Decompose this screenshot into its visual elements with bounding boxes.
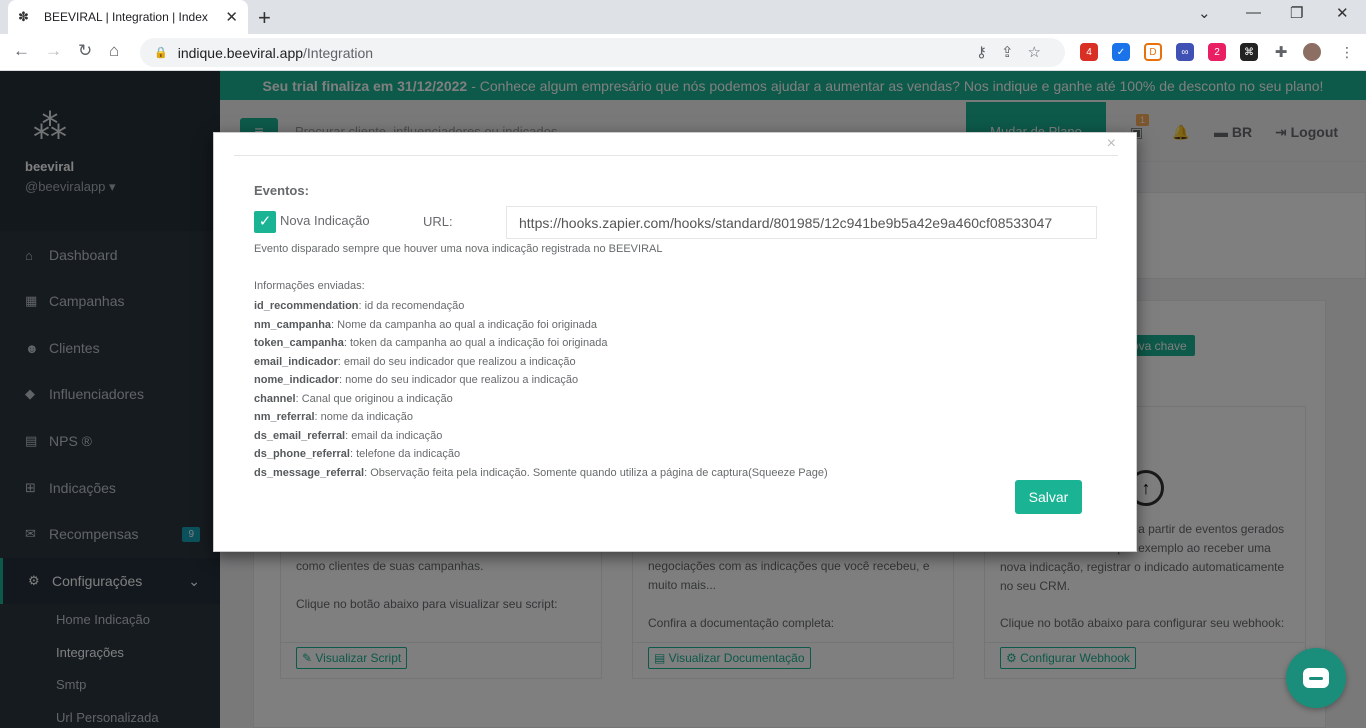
tab-close-icon[interactable]: ✕ [225,8,238,26]
lock-icon: 🔒 [154,47,168,59]
new-tab-icon[interactable]: + [258,5,271,31]
list-item: token_campanha: token da campanha ao qua… [254,337,608,349]
save-button[interactable]: Salvar [1015,480,1082,514]
extension-icon[interactable]: ✓ [1112,43,1130,61]
url-label: URL: [423,214,453,229]
list-item: ds_phone_referral: telefone da indicação [254,448,461,460]
list-item: email_indicador: email do seu indicador … [254,355,576,368]
extension-icon[interactable]: D [1144,43,1162,61]
back-icon[interactable]: ← [13,41,30,61]
list-item: channel: Canal que originou a indicação [254,392,453,405]
reload-icon[interactable]: ↻ [78,41,92,61]
extension-icon[interactable]: ⌘ [1240,43,1258,61]
info-title: Informações enviadas: [254,280,365,292]
list-item: nm_referral: nome da indicação [254,411,413,423]
browser-tab[interactable]: ✽ BEEVIRAL | Integration | Index ✕ [8,0,248,34]
url-path: /Integration [303,44,374,61]
bee-favicon-icon: ✽ [18,9,29,24]
events-title: Eventos: [254,183,309,198]
profile-avatar[interactable] [1303,43,1321,61]
url-field[interactable]: 🔒 indique.beeviral.app /Integration ⚷⇪☆ [140,38,1065,67]
browser-tabbar: ✽ BEEVIRAL | Integration | Index ✕ + ⌄ —… [0,0,1366,34]
chat-icon [1303,668,1329,688]
nova-indicacao-checkbox[interactable]: ✓ [254,211,276,233]
list-item: ds_message_referral: Observação feita pe… [254,466,828,479]
menu-kebab-icon[interactable]: ⋮ [1338,43,1356,61]
key-icon[interactable]: ⚷ [976,44,1001,61]
close-icon[interactable]: × [1107,135,1116,153]
field-list: id_recommendation: id da recomendação nm… [254,297,828,482]
list-item: nome_indicador: nome do seu indicador qu… [254,374,579,386]
omnibox-actions: ⚷⇪☆ [976,43,1055,61]
close-window-icon[interactable]: ✕ [1336,4,1349,22]
chat-widget-button[interactable] [1286,648,1346,708]
nova-indicacao-label[interactable]: Nova Indicação [280,213,370,228]
url-host: indique.beeviral.app [177,44,304,61]
webhook-modal: × Eventos: ✓ Nova Indicação URL: Evento … [213,132,1137,552]
tab-title: BEEVIRAL | Integration | Index [44,10,208,24]
home-icon[interactable]: ⌂ [109,41,119,61]
extension-icon[interactable]: 2 [1208,43,1226,61]
list-item: nm_campanha: Nome da campanha ao qual a … [254,318,598,331]
check-icon: ✓ [258,213,272,230]
event-hint: Evento disparado sempre que houver uma n… [254,243,663,255]
tab-search-icon[interactable]: ⌄ [1198,4,1211,22]
restore-icon[interactable]: ❐ [1290,4,1303,22]
share-icon[interactable]: ⇪ [1001,44,1028,61]
extension-icon[interactable]: 4 [1080,43,1098,61]
bookmark-star-icon[interactable]: ☆ [1028,44,1055,61]
list-item: ds_email_referral: email da indicação [254,429,443,442]
extensions-puzzle-icon[interactable]: ✚ [1272,43,1290,61]
list-item: id_recommendation: id da recomendação [254,300,465,312]
forward-icon[interactable]: → [45,41,62,61]
minimize-icon[interactable]: — [1246,4,1261,21]
webhook-url-input[interactable] [506,206,1097,239]
extension-icon[interactable]: ∞ [1176,43,1194,61]
modal-body: Eventos: ✓ Nova Indicação URL: Evento di… [234,155,1118,532]
